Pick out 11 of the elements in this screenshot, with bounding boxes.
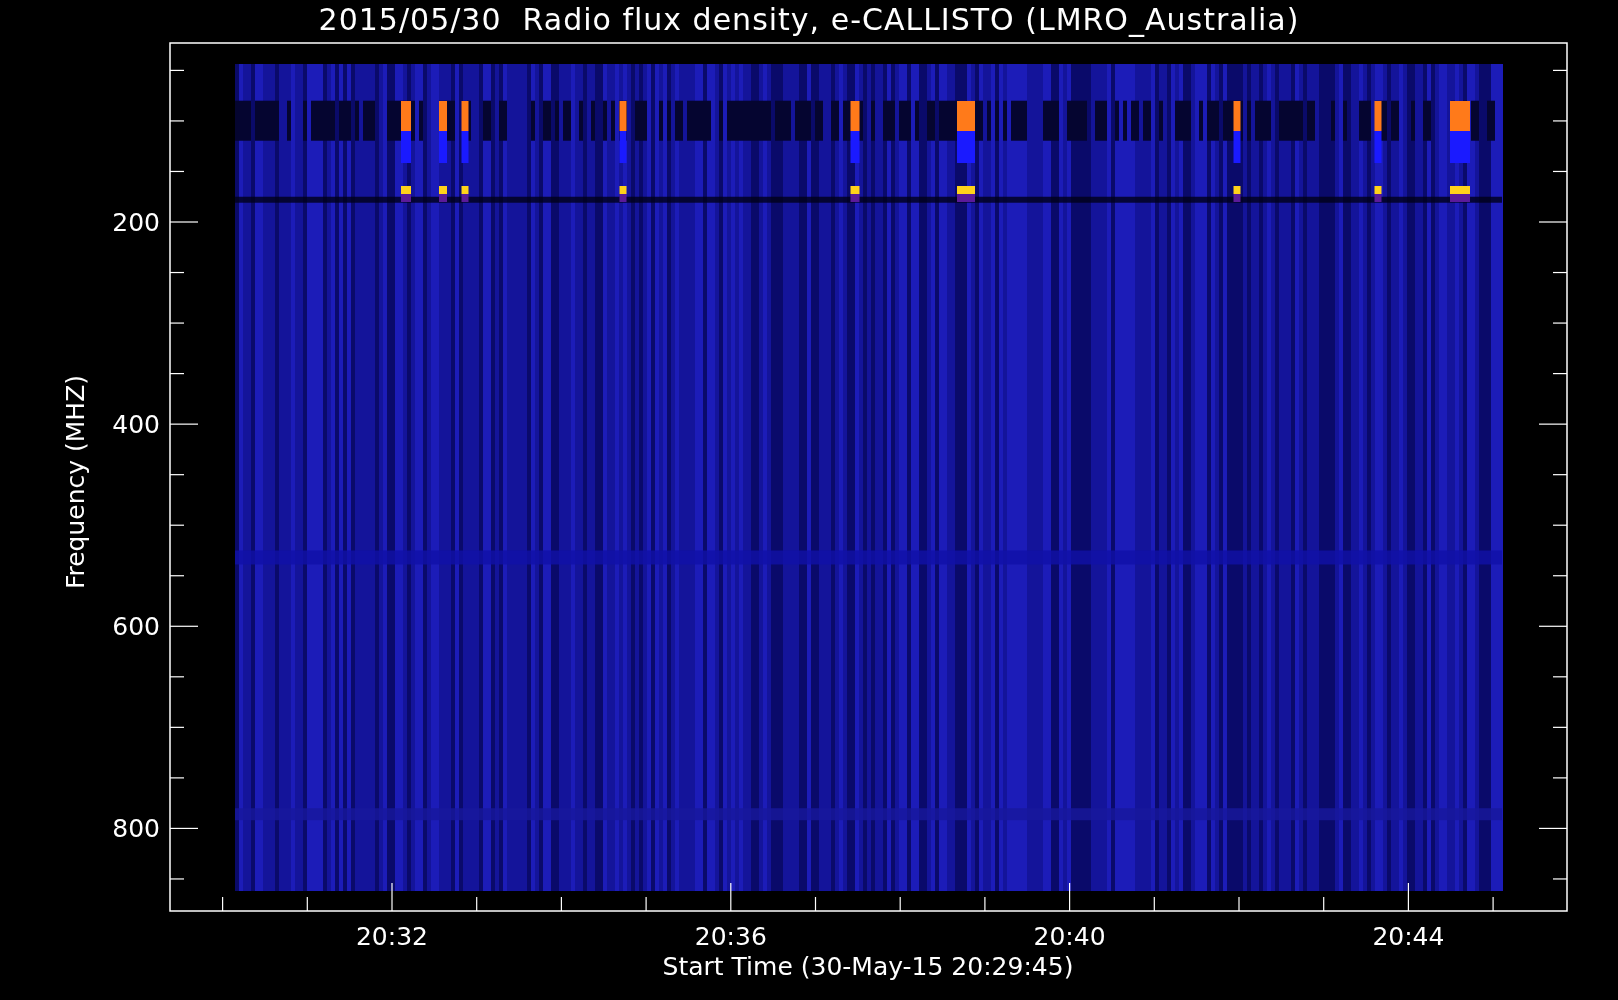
y-tick-label: 800: [112, 814, 160, 844]
chart-title: 2015/05/30 Radio flux density, e-CALLISTO (LMRO_Australia): [318, 1, 1300, 39]
y-tick-label: 600: [112, 612, 160, 642]
y-tick-label: 200: [112, 208, 160, 237]
y-tick-label: 400: [112, 410, 160, 440]
x-tick-label: 20:44: [1372, 922, 1445, 951]
y-axis-label: Frequency (MHZ): [61, 374, 90, 590]
x-tick-label: 20:36: [694, 922, 767, 951]
x-tick-label: 20:40: [1033, 922, 1106, 951]
x-tick-label: 20:32: [356, 922, 428, 951]
x-axis-label: Start Time (30-May-15 20:29:45): [662, 952, 1074, 981]
